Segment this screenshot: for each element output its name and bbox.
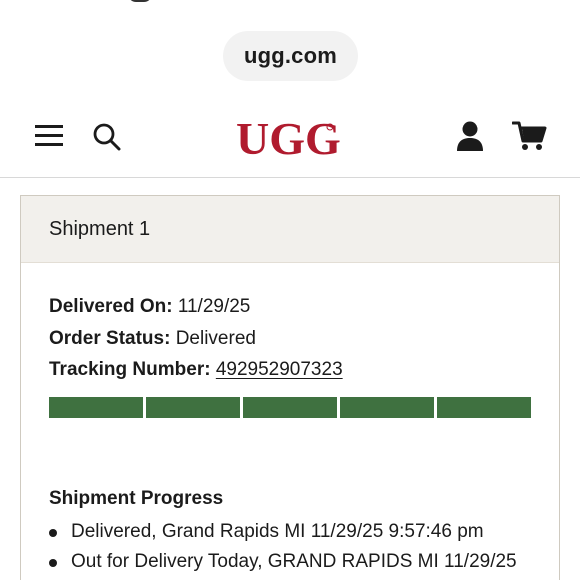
- delivered-on-row: Delivered On: 11/29/25: [49, 291, 559, 323]
- list-item: Out for Delivery Today, GRAND RAPIDS MI …: [49, 547, 559, 577]
- shipment-card: Shipment 1 Delivered On: 11/29/25 Order …: [20, 195, 560, 580]
- progress-segment: [340, 396, 434, 418]
- event-text: Delivered, Grand Rapids MI 11/29/25 9:57…: [71, 520, 484, 542]
- progress-segment: [437, 396, 531, 418]
- delivered-on-label: Delivered On:: [49, 296, 173, 317]
- account-icon[interactable]: [452, 118, 488, 154]
- status-bar: [0, 0, 580, 10]
- progress-segment: [243, 396, 337, 418]
- shipment-progress-title: Shipment Progress: [49, 487, 224, 509]
- url-bar[interactable]: ugg.com: [223, 31, 358, 81]
- menu-icon[interactable]: [34, 120, 66, 152]
- progress-segment: [146, 396, 240, 418]
- shipment-title: Shipment 1: [21, 196, 559, 263]
- order-status-label: Order Status:: [49, 327, 171, 349]
- site-header: UGG: [0, 100, 580, 178]
- shipment-progress-bar: [49, 396, 531, 418]
- event-text: Out for Delivery Today, GRAND RAPIDS MI …: [71, 550, 517, 572]
- delivered-on-value: 11/29/25: [177, 296, 251, 317]
- ugg-logo[interactable]: UGG: [232, 110, 342, 166]
- shipment-events-list: Delivered, Grand Rapids MI 11/29/25 9:57…: [49, 517, 559, 577]
- list-item: Delivered, Grand Rapids MI 11/29/25 9:57…: [49, 517, 559, 547]
- order-status-row: Order Status: Delivered: [49, 323, 559, 355]
- bullet-icon: [49, 558, 57, 567]
- tracking-number-row: Tracking Number: 492952907323: [49, 354, 559, 386]
- status-signal-icon: [128, 0, 152, 2]
- bullet-icon: [49, 528, 57, 537]
- shipment-details: Delivered On: 11/29/25 Order Status: Del…: [21, 263, 559, 577]
- progress-segment: [49, 396, 143, 418]
- tracking-number-link[interactable]: 492952907323: [216, 359, 343, 380]
- logo-text: UGG: [236, 113, 341, 164]
- search-icon[interactable]: [90, 120, 124, 154]
- cart-icon[interactable]: [510, 118, 550, 154]
- order-status-value: Delivered: [175, 327, 256, 349]
- tracking-number-label: Tracking Number:: [49, 359, 211, 380]
